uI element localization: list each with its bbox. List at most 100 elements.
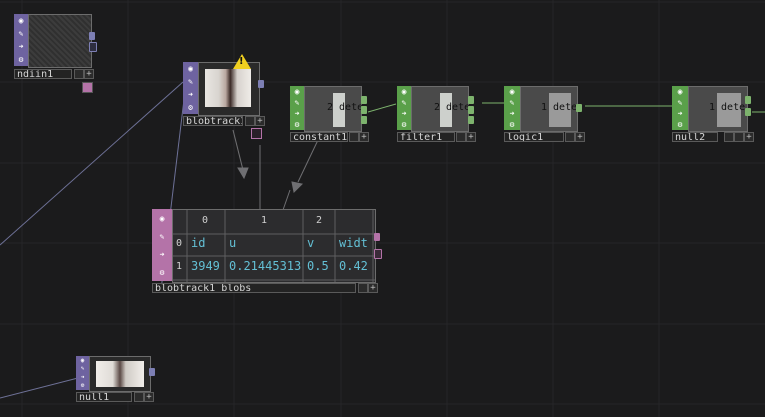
node-name[interactable]: constant1	[290, 132, 348, 142]
column-index: 1	[261, 215, 268, 226]
arrow-right-icon[interactable]: ➜	[399, 109, 409, 119]
eye-icon[interactable]: ◉	[186, 64, 196, 74]
node-viewer: 2 dete	[411, 86, 470, 132]
node-name[interactable]: blobtrack1_blobs	[152, 283, 356, 293]
eye-icon[interactable]: ◉	[675, 87, 685, 97]
output-connector[interactable]	[576, 104, 582, 112]
arrow-right-icon[interactable]: ➜	[157, 249, 167, 259]
output-connector[interactable]	[149, 368, 155, 376]
table-cell: 0.21445313	[229, 259, 302, 273]
warning-glyph: !	[239, 56, 244, 67]
node-name[interactable]: blobtrack1	[183, 116, 243, 126]
eye-icon[interactable]: ◉	[399, 87, 409, 97]
eye-icon[interactable]: ◉	[78, 357, 88, 364]
output-connector[interactable]	[468, 96, 474, 104]
node-viewer-toggle[interactable]	[358, 283, 368, 293]
node-logic1[interactable]: ◉ ✎ ➜ ⚙ 1 dete logic1 +	[504, 86, 586, 142]
table-cell: 0.42	[339, 259, 368, 273]
gear-icon[interactable]: ⚙	[78, 382, 88, 389]
node-name[interactable]: filter1	[397, 132, 455, 142]
wrench-icon[interactable]: ✎	[675, 98, 685, 108]
output-connector[interactable]	[374, 233, 380, 241]
gear-icon[interactable]: ⚙	[16, 55, 26, 65]
output-connector[interactable]	[361, 116, 367, 124]
node-bypass-button[interactable]	[734, 132, 744, 142]
dat-wires	[232, 129, 319, 211]
node-viewer-toggle[interactable]	[134, 392, 144, 402]
wrench-icon[interactable]: ✎	[16, 29, 26, 39]
output-connector[interactable]	[258, 80, 264, 88]
node-add-button[interactable]: +	[368, 283, 378, 293]
node-name[interactable]: logic1	[504, 132, 564, 142]
node-viewer-toggle[interactable]	[565, 132, 575, 142]
arrow-right-icon[interactable]: ➜	[292, 109, 302, 119]
output-connector[interactable]	[745, 108, 751, 116]
node-viewer	[28, 14, 92, 68]
output-connector[interactable]	[89, 32, 95, 40]
gear-icon[interactable]: ⚙	[507, 120, 517, 130]
output-connector[interactable]	[468, 106, 474, 114]
table-cell: u	[229, 236, 237, 250]
node-viewer-toggle[interactable]	[74, 69, 84, 79]
node-ndiin1[interactable]: ◉ ✎ ➜ ⚙ ndiin1 +	[14, 14, 97, 93]
output-connector[interactable]	[468, 116, 474, 124]
output-connector[interactable]	[361, 106, 367, 114]
node-null2[interactable]: ◉ ✎ ➜ ⚙ 1 dete null2 +	[672, 86, 754, 142]
node-add-button[interactable]: +	[744, 132, 754, 142]
table-cell: 0.5	[307, 259, 329, 273]
node-viewer-toggle[interactable]	[724, 132, 734, 142]
node-constant1[interactable]: ◉ ✎ ➜ ⚙ 2 dete constant1 +	[290, 86, 370, 142]
gear-icon[interactable]: ⚙	[675, 120, 685, 130]
wrench-icon[interactable]: ✎	[292, 98, 302, 108]
wrench-icon[interactable]: ✎	[507, 98, 517, 108]
table-cell: id	[191, 236, 206, 250]
arrow-right-icon[interactable]: ➜	[186, 90, 196, 100]
node-viewer	[89, 356, 151, 392]
arrow-right-icon[interactable]: ➜	[675, 109, 685, 119]
wrench-icon[interactable]: ✎	[186, 77, 196, 87]
eye-icon[interactable]: ◉	[507, 87, 517, 97]
dat-output-flag[interactable]	[251, 128, 262, 139]
wrench-icon[interactable]: ✎	[157, 231, 167, 241]
output-connector[interactable]	[89, 42, 97, 52]
gear-icon[interactable]: ⚙	[399, 120, 409, 130]
node-null1[interactable]: ◉ ✎ ➜ ⚙ null1 +	[76, 356, 156, 402]
channel-value: 2 dete	[327, 102, 364, 113]
node-viewer: 2 dete	[304, 86, 364, 132]
node-add-button[interactable]: +	[359, 132, 369, 142]
node-add-button[interactable]: +	[575, 132, 585, 142]
node-add-button[interactable]: +	[84, 69, 94, 79]
node-viewer-toggle[interactable]	[456, 132, 466, 142]
node-name[interactable]: null2	[672, 132, 718, 142]
node-viewer-toggle[interactable]	[245, 116, 255, 126]
wrench-icon[interactable]: ✎	[399, 98, 409, 108]
node-add-button[interactable]: +	[255, 116, 265, 126]
node-add-button[interactable]: +	[144, 392, 154, 402]
camera-preview	[205, 69, 251, 107]
output-connector[interactable]	[374, 249, 382, 259]
network-editor-background[interactable]	[0, 0, 765, 417]
node-blobtrack1[interactable]: ◉ ✎ ➜ ⚙ ! blobtrack1 +	[183, 54, 265, 139]
node-add-button[interactable]: +	[466, 132, 476, 142]
wrench-icon[interactable]: ✎	[78, 365, 88, 372]
column-index: 0	[202, 215, 209, 226]
output-connector[interactable]	[361, 96, 367, 104]
output-connector[interactable]	[745, 96, 751, 104]
channel-value: 1 dete	[709, 102, 746, 113]
arrow-right-icon[interactable]: ➜	[507, 109, 517, 119]
node-viewer-toggle[interactable]	[349, 132, 359, 142]
node-name[interactable]: null1	[76, 392, 132, 402]
arrow-right-icon[interactable]: ➜	[16, 42, 26, 52]
arrow-right-icon[interactable]: ➜	[78, 374, 88, 381]
eye-icon[interactable]: ◉	[157, 213, 167, 223]
node-name[interactable]: ndiin1	[14, 69, 72, 79]
gear-icon[interactable]: ⚙	[292, 120, 302, 130]
gear-icon[interactable]: ⚙	[186, 103, 196, 113]
row-index: 1	[176, 261, 183, 272]
cook-flag[interactable]	[82, 82, 93, 93]
node-blobtrack1-blobs[interactable]: ◉ ✎ ➜ ⚙ 0 1 2 0 1 id u v widt 3949 0.214…	[152, 209, 382, 295]
gear-icon[interactable]: ⚙	[157, 267, 167, 277]
node-filter1[interactable]: ◉ ✎ ➜ ⚙ 2 dete filter1 +	[397, 86, 477, 142]
eye-icon[interactable]: ◉	[16, 16, 26, 26]
eye-icon[interactable]: ◉	[292, 87, 302, 97]
